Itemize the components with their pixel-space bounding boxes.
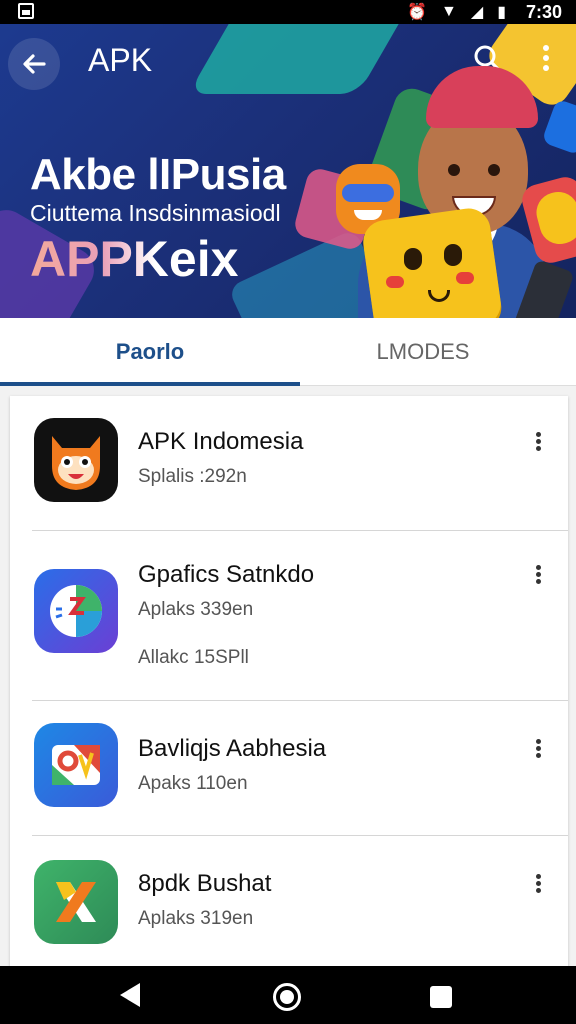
more-options-button[interactable] (534, 40, 558, 80)
battery-icon: ▮ (497, 4, 506, 21)
list-item[interactable]: Bavliqjs Aabhesia Apaks 110en (10, 701, 568, 836)
hero-banner: APK Akbe lIPusia Ciuttema Insdsinmasiodl… (0, 24, 576, 318)
decorative-shape (188, 24, 422, 94)
status-time: 7:30 (525, 2, 562, 22)
app-name: 8pdk Bushat (138, 870, 272, 897)
alarm-icon: ⏰ (407, 4, 428, 21)
fox-mascot-icon (34, 418, 118, 502)
more-vertical-icon (543, 45, 549, 71)
more-vertical-icon[interactable] (528, 430, 548, 460)
list-item[interactable]: APK Indomesia Splalis :292n (10, 396, 568, 531)
app-size: Apaks 110en (138, 773, 248, 794)
list-item[interactable]: 8pdk Bushat Aplaks 319en (10, 836, 568, 966)
arrow-left-icon (23, 54, 46, 74)
kid-illustration-eye (488, 164, 500, 176)
app-detail: Allakc 15SPll (138, 647, 249, 668)
yellow-mascot-cheek (386, 276, 404, 288)
app-size: Aplaks 319en (138, 908, 254, 929)
nav-back-icon[interactable] (120, 983, 140, 1007)
hero-headline: Akbe lIPusia (30, 150, 286, 199)
back-button[interactable] (8, 38, 60, 90)
app-name: Gpafics Satnkdo (138, 561, 315, 588)
app-size: Aplaks 339en (138, 599, 254, 620)
tab-modes[interactable]: LMODES (300, 318, 546, 386)
nav-recents-icon[interactable] (430, 986, 452, 1008)
yellow-mascot-cheek (456, 272, 474, 284)
orange-mascot-visor (342, 184, 394, 202)
app-badge-illustration (541, 98, 576, 156)
list-item[interactable]: Gpafics Satnkdo Aplaks 339en Allakc 15SP… (10, 531, 568, 701)
status-icons: ⏰ ▼ ◢ ▮ (407, 2, 506, 22)
status-bar: ⏰ ▼ ◢ ▮ 7:30 (0, 0, 576, 24)
kid-illustration-eye (448, 164, 460, 176)
app-name: Bavliqjs Aabhesia (138, 735, 327, 762)
signal-icon: ◢ (470, 4, 484, 21)
page-title: APK (88, 42, 153, 78)
more-vertical-icon[interactable] (528, 872, 548, 902)
app-name: APK Indomesia (138, 428, 304, 455)
nav-home-icon[interactable] (273, 983, 301, 1011)
wifi-icon: ▼ (441, 3, 457, 20)
app-size: Splalis :292n (138, 466, 247, 487)
more-vertical-icon[interactable] (528, 563, 548, 593)
yellow-mascot-illustration (360, 205, 504, 318)
hero-subheadline: Ciuttema Insdsinmasiodl (30, 200, 281, 226)
map-pin-icon (34, 723, 118, 807)
gallery-icon (18, 3, 34, 19)
yellow-mascot-eye (444, 244, 462, 266)
yellow-mascot-eye (404, 248, 422, 270)
tab-popular[interactable]: Paorlo (0, 318, 300, 386)
x-logo-icon (34, 860, 118, 944)
clock-graphics-icon (34, 569, 118, 653)
system-nav-bar (0, 966, 576, 1024)
tab-bar: Paorlo LMODES (0, 318, 576, 386)
hero-brand-text: APPKeix (30, 231, 239, 287)
app-list-area: APK Indomesia Splalis :292n Gpafics Satn… (0, 386, 576, 976)
more-vertical-icon[interactable] (528, 737, 548, 767)
app-list-card: APK Indomesia Splalis :292n Gpafics Satn… (10, 396, 568, 976)
